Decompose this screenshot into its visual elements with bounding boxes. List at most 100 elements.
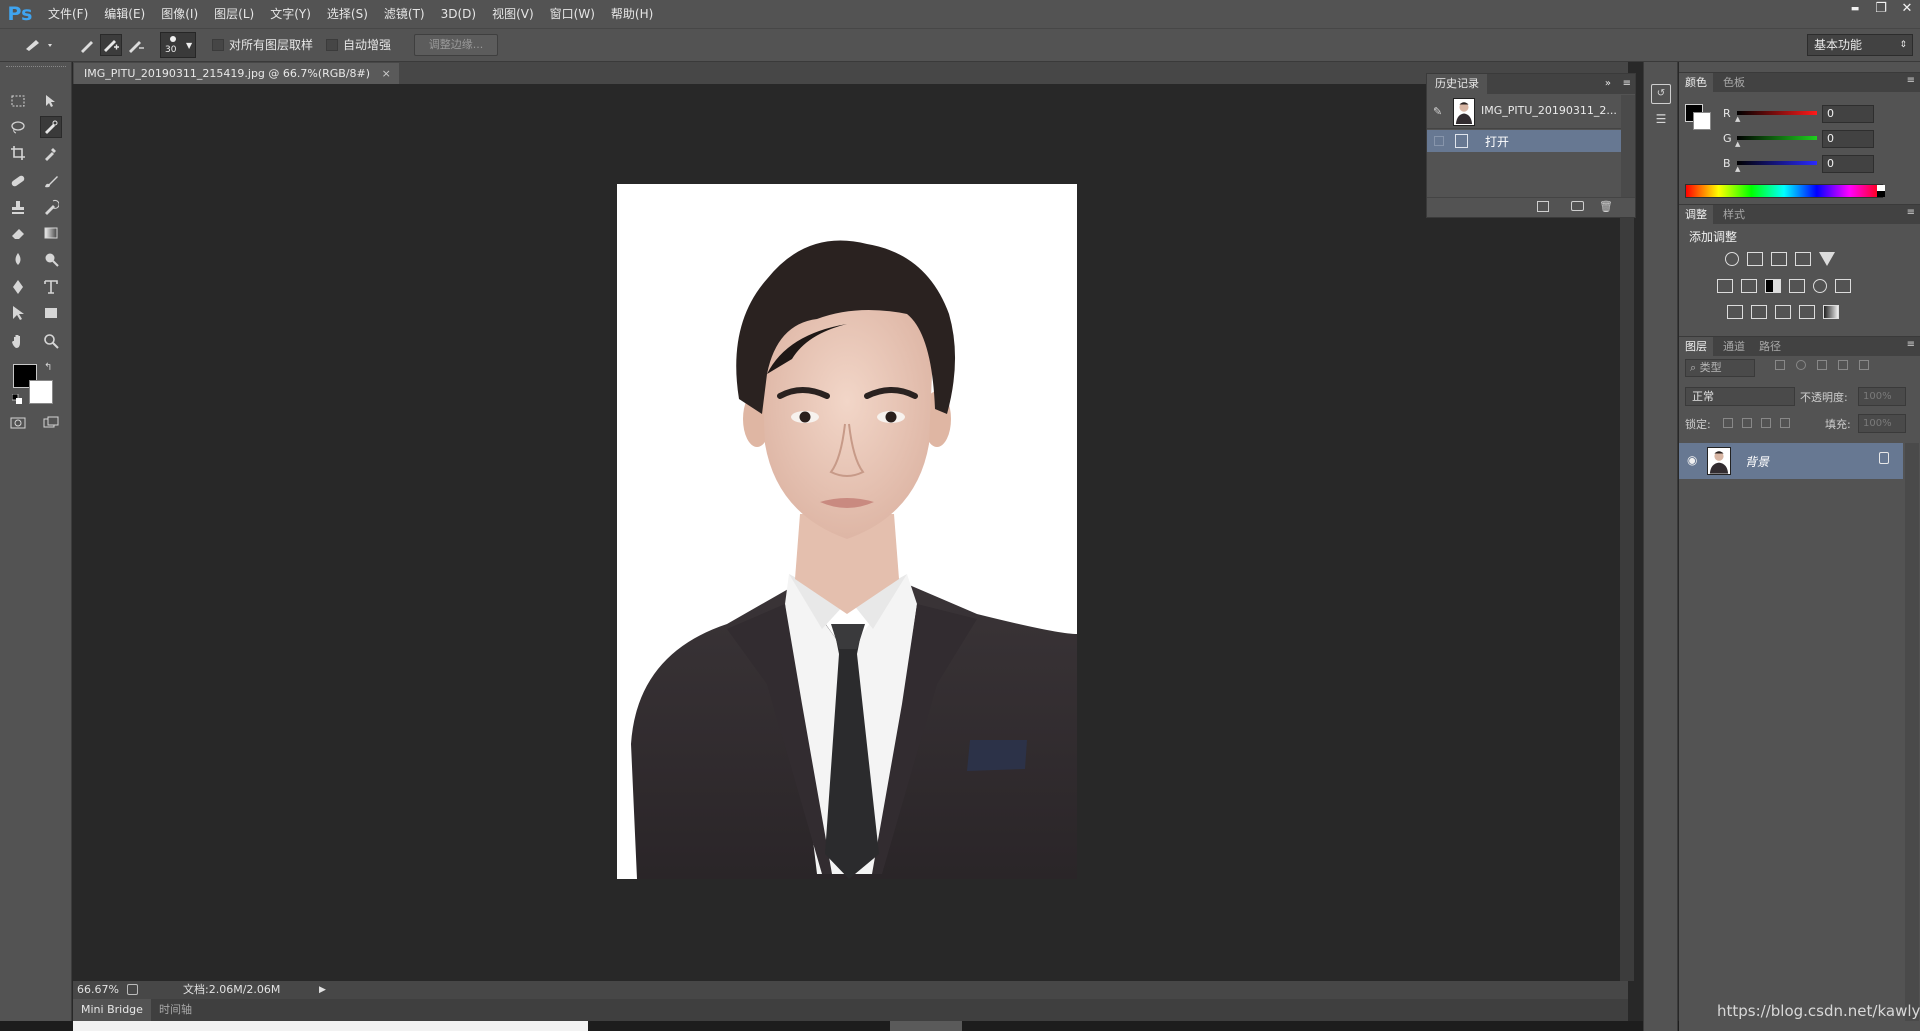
rectangle-tool[interactable] [40,302,62,324]
menu-help[interactable]: 帮助(H) [603,0,661,28]
layers-scrollbar[interactable] [1905,443,1919,1021]
tab-timeline[interactable]: 时间轴 [153,999,198,1021]
channel-slider-r[interactable] [1737,111,1817,115]
gradient-tool[interactable] [40,222,62,244]
eye-icon[interactable]: ◉ [1687,453,1697,467]
refine-edge-button[interactable]: 调整边缘... [414,34,498,56]
photo-filter-icon[interactable] [1789,279,1805,293]
healing-brush-tool[interactable] [7,170,29,192]
channel-mixer-icon[interactable] [1813,279,1827,293]
slider-thumb-b[interactable]: ▲ [1735,165,1740,173]
channel-value-b[interactable]: 0 [1822,155,1874,173]
slider-thumb-g[interactable]: ▲ [1735,140,1740,148]
eyedropper-tool[interactable] [40,142,62,164]
menu-image[interactable]: 图像(I) [153,0,206,28]
blend-mode-select[interactable]: 正常 [1685,387,1795,406]
menu-select[interactable]: 选择(S) [319,0,376,28]
filter-adjustment-icon[interactable] [1796,360,1806,370]
tab-styles[interactable]: 样式 [1717,205,1751,225]
panel-menu-icon[interactable]: ≡ [1623,74,1631,94]
invert-icon[interactable] [1727,305,1743,319]
history-step-row[interactable]: 打开 [1427,130,1621,152]
vibrance-icon[interactable] [1819,252,1835,266]
minimize-button[interactable]: ▬ [1842,0,1868,18]
fill-input[interactable]: 100% [1858,414,1906,433]
tab-adjustments[interactable]: 调整 [1679,205,1713,225]
subtract-from-selection-button[interactable] [126,36,146,56]
layer-row[interactable]: ◉ 背景 [1679,443,1903,479]
curves-icon[interactable] [1771,252,1787,266]
quick-mask-button[interactable] [7,412,29,434]
history-panel-icon[interactable]: ↺ [1651,84,1671,104]
history-panel-title[interactable]: 历史记录 [1427,74,1487,94]
hand-tool[interactable] [7,330,29,352]
menu-edit[interactable]: 编辑(E) [96,0,153,28]
levels-icon[interactable] [1747,252,1763,266]
close-button[interactable]: ✕ [1894,0,1920,18]
posterize-icon[interactable] [1751,305,1767,319]
filter-type-icon[interactable] [1817,360,1827,370]
lock-all-icon[interactable] [1780,418,1790,428]
default-colors-icon[interactable] [12,394,22,404]
color-lookup-icon[interactable] [1835,279,1851,293]
document-image[interactable] [617,184,1077,879]
tool-preset-picker[interactable] [22,36,56,54]
add-to-selection-button[interactable] [100,34,122,56]
brush-tool[interactable] [40,170,62,192]
channel-value-g[interactable]: 0 [1822,130,1874,148]
filter-shape-icon[interactable] [1838,360,1848,370]
screen-mode-button[interactable] [40,412,62,434]
brightness-icon[interactable] [1725,252,1739,266]
properties-panel-icon[interactable]: ☰ [1651,110,1671,130]
menu-filter[interactable]: 滤镜(T) [376,0,433,28]
blur-tool[interactable] [7,248,29,270]
camera-icon[interactable] [1571,201,1584,211]
new-document-from-state-icon[interactable] [1537,201,1549,212]
move-tool[interactable] [40,90,62,112]
lock-image-icon[interactable] [1742,418,1752,428]
history-brush-tool[interactable] [40,196,62,218]
tab-color[interactable]: 颜色 [1679,73,1713,93]
sample-all-layers-checkbox[interactable] [212,39,224,51]
slider-thumb-r[interactable]: ▲ [1735,115,1740,123]
panel-menu-icon[interactable]: ≡ [1907,75,1915,86]
eraser-tool[interactable] [7,222,29,244]
layer-filter-select[interactable]: ⌕ 类型 [1685,359,1755,377]
lasso-tool[interactable] [7,116,29,138]
menu-3d[interactable]: 3D(D) [433,0,484,28]
swap-colors-icon[interactable]: ↰ [44,362,52,373]
menu-file[interactable]: 文件(F) [40,0,96,28]
auto-enhance-checkbox[interactable] [326,39,338,51]
history-brush-source-icon[interactable]: ✎ [1433,105,1442,118]
status-menu-arrow-icon[interactable]: ▶ [319,981,326,999]
pen-tool[interactable] [7,276,29,298]
zoom-level[interactable]: 66.67% [77,981,119,999]
path-selection-tool[interactable] [7,302,29,324]
gradient-map-icon[interactable] [1823,305,1839,319]
new-selection-button[interactable] [78,36,98,56]
type-tool[interactable] [40,276,62,298]
threshold-icon[interactable] [1775,305,1791,319]
restore-button[interactable]: ❐ [1868,0,1894,18]
menu-view[interactable]: 视图(V) [484,0,542,28]
hue-saturation-icon[interactable] [1717,279,1733,293]
brush-size-picker[interactable]: 30 ▼ [160,32,196,58]
tab-mini-bridge[interactable]: Mini Bridge [73,999,151,1021]
filter-pixel-icon[interactable] [1775,360,1785,370]
step-checkbox[interactable] [1434,136,1444,146]
color-balance-icon[interactable] [1741,279,1757,293]
channel-slider-g[interactable] [1737,136,1817,140]
menu-window[interactable]: 窗口(W) [542,0,603,28]
filter-smart-object-icon[interactable] [1859,360,1869,370]
tab-channels[interactable]: 通道 [1717,337,1751,357]
tab-paths[interactable]: 路径 [1753,337,1787,357]
black-white-icon[interactable] [1765,279,1781,293]
history-snapshot-row[interactable]: ✎ IMG_PITU_20190311_2... [1427,95,1621,129]
collapse-icon[interactable]: » [1605,74,1611,94]
quick-selection-tool[interactable] [40,116,62,138]
panel-menu-icon[interactable]: ≡ [1907,207,1915,218]
selective-color-icon[interactable] [1799,305,1815,319]
crop-tool[interactable] [7,142,29,164]
opacity-input[interactable]: 100% [1858,387,1906,406]
document-tab[interactable]: IMG_PITU_20190311_215419.jpg @ 66.7%(RGB… [74,63,399,84]
